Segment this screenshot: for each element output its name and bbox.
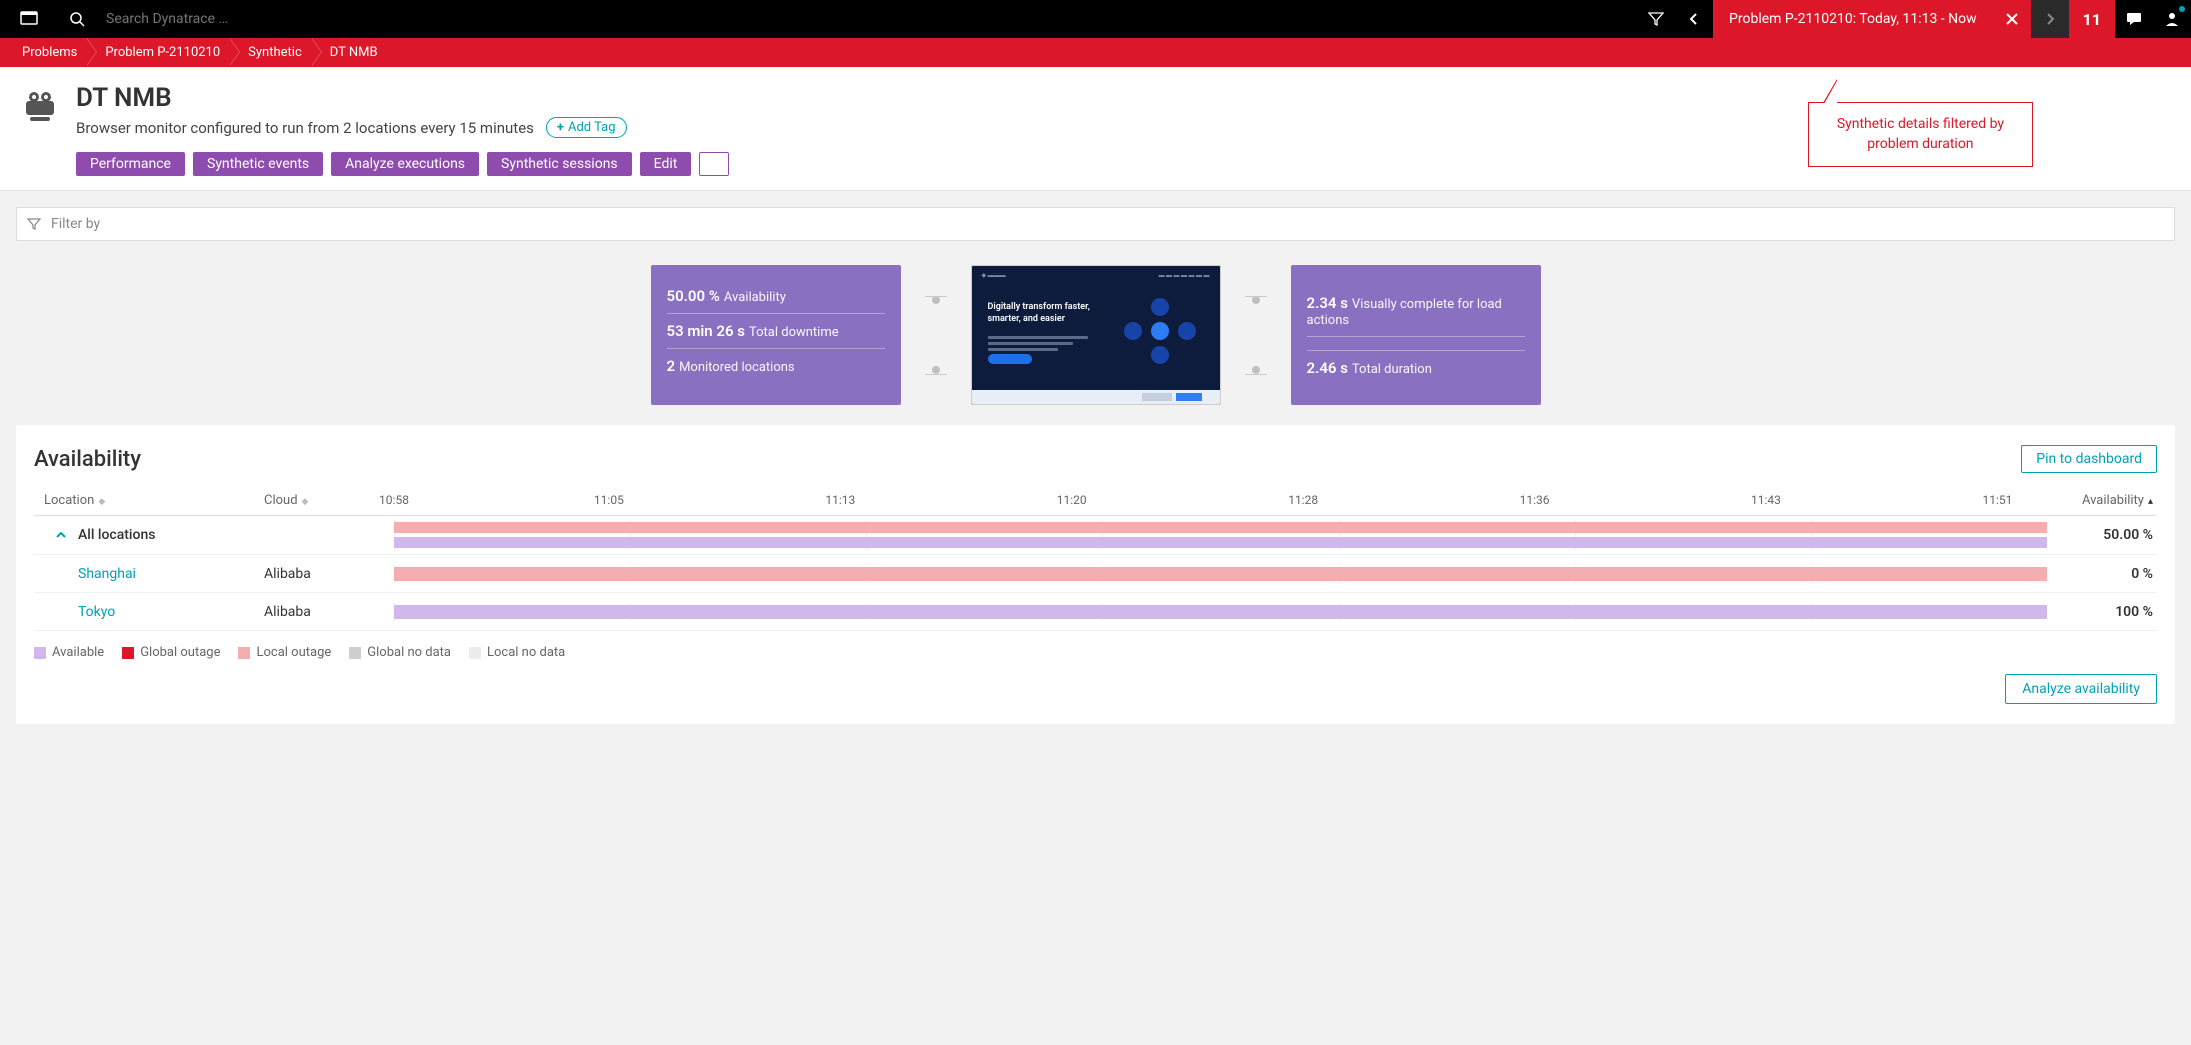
timeline-ticks: 10:58 11:05 11:13 11:20 11:28 11:36 11:4…	[394, 493, 2047, 509]
tab-analyze-executions[interactable]: Analyze executions	[331, 152, 479, 176]
tile-availability-summary[interactable]: 50.00 % Availability 53 min 26 s Total dow…	[651, 265, 901, 405]
chat-icon[interactable]	[2115, 0, 2153, 38]
row-tokyo-cloud: Alibaba	[264, 604, 394, 620]
filter-bar[interactable]: Filter by	[16, 207, 2175, 241]
breadcrumb-problems[interactable]: Problems	[4, 38, 87, 67]
tab-performance[interactable]: Performance	[76, 152, 185, 176]
add-tag-label: Add Tag	[568, 120, 616, 135]
top-nav: Problem P-2110210: Today, 11:13 - Now 11	[0, 0, 2191, 38]
row-shanghai-cloud: Alibaba	[264, 566, 394, 582]
tile-timing-summary[interactable]: 2.34 sVisually complete for load actions…	[1291, 265, 1541, 405]
callout-line2: problem duration	[1837, 135, 2004, 155]
breadcrumb-problem-id[interactable]: Problem P-2110210	[87, 38, 230, 67]
tile-connector-right	[1245, 265, 1267, 405]
page-subtitle: Browser monitor configured to run from 2…	[76, 119, 534, 137]
visually-complete-value: 2.34 s	[1307, 294, 1348, 312]
filter-callout: Synthetic details filtered by problem du…	[1808, 102, 2033, 167]
legend-available: Available	[52, 645, 104, 660]
browser-monitor-icon	[20, 87, 60, 127]
timeline-all[interactable]	[394, 520, 2047, 550]
timeline-tokyo[interactable]	[394, 603, 2047, 621]
legend-local-nodata: Local no data	[487, 645, 565, 660]
legend-local-outage: Local outage	[256, 645, 331, 660]
profile-icon[interactable]	[2153, 0, 2191, 38]
legend-global-outage: Global outage	[140, 645, 220, 660]
downtime-label: Total downtime	[749, 325, 839, 340]
collapse-icon[interactable]	[54, 528, 68, 542]
availability-label: Availability	[724, 290, 786, 305]
plus-icon: +	[557, 120, 564, 135]
availability-row-all: All locations 50.00 %	[34, 516, 2157, 555]
row-tokyo-link[interactable]: Tokyo	[78, 604, 115, 620]
preview-headline: Digitally transform faster, smarter, and…	[988, 302, 1098, 325]
downtime-value: 53 min 26 s	[667, 322, 745, 340]
search-icon[interactable]	[58, 0, 96, 38]
total-duration-value: 2.46 s	[1307, 359, 1348, 377]
locations-value: 2	[667, 357, 676, 375]
availability-row-shanghai: Shanghai Alibaba 0 %	[34, 555, 2157, 593]
availability-row-tokyo: Tokyo Alibaba 100 %	[34, 593, 2157, 631]
row-all-availability: 50.00 %	[2047, 527, 2157, 543]
add-tag-button[interactable]: + Add Tag	[546, 117, 627, 138]
more-actions-button[interactable]	[699, 152, 729, 176]
pin-to-dashboard-button[interactable]: Pin to dashboard	[2021, 445, 2157, 473]
col-availability-header[interactable]: Availability	[2082, 493, 2144, 508]
search-input[interactable]	[106, 11, 306, 27]
filter-placeholder: Filter by	[51, 216, 100, 232]
summary-tiles: 50.00 % Availability 53 min 26 s Total dow…	[0, 257, 2191, 425]
row-shanghai-link[interactable]: Shanghai	[78, 566, 136, 582]
problems-count-badge[interactable]: 11	[2069, 0, 2115, 38]
availability-value: 50.00 %	[667, 287, 720, 305]
availability-card: Availability Pin to dashboard Location◆ …	[16, 425, 2175, 724]
funnel-icon	[27, 217, 41, 231]
timeline-shanghai[interactable]	[394, 565, 2047, 583]
callout-line1: Synthetic details filtered by	[1837, 115, 2004, 135]
col-cloud-header[interactable]: Cloud	[264, 493, 298, 508]
row-shanghai-availability: 0 %	[2047, 566, 2157, 582]
tab-synthetic-events[interactable]: Synthetic events	[193, 152, 323, 176]
availability-title: Availability	[34, 447, 141, 472]
tab-synthetic-sessions[interactable]: Synthetic sessions	[487, 152, 632, 176]
prev-icon[interactable]	[1675, 0, 1713, 38]
availability-legend: Available Global outage Local outage Glo…	[34, 645, 2157, 660]
col-location-header[interactable]: Location	[44, 493, 94, 508]
locations-label: Monitored locations	[679, 360, 795, 375]
tab-edit[interactable]: Edit	[640, 152, 692, 176]
close-icon[interactable]	[1993, 0, 2031, 38]
next-icon[interactable]	[2031, 0, 2069, 38]
tile-connector-left	[925, 265, 947, 405]
breadcrumb-bar: Problems Problem P-2110210 Synthetic DT …	[0, 38, 2191, 67]
total-duration-label: Total duration	[1352, 362, 1432, 377]
legend-global-nodata: Global no data	[367, 645, 451, 660]
app-launcher-icon[interactable]	[10, 0, 48, 38]
tile-screenshot-preview[interactable]: ◆ ▬▬▬▬ ▬ ▬ ▬ ▬ ▬ ▬ Digitally transform f…	[971, 265, 1221, 405]
filter-icon[interactable]	[1637, 0, 1675, 38]
breadcrumb-current: DT NMB	[312, 38, 388, 67]
analyze-availability-button[interactable]: Analyze availability	[2005, 674, 2157, 704]
breadcrumb-synthetic[interactable]: Synthetic	[230, 38, 312, 67]
row-tokyo-availability: 100 %	[2047, 604, 2157, 620]
row-all-label: All locations	[78, 527, 155, 543]
problem-timeframe-chip[interactable]: Problem P-2110210: Today, 11:13 - Now	[1713, 0, 1993, 38]
